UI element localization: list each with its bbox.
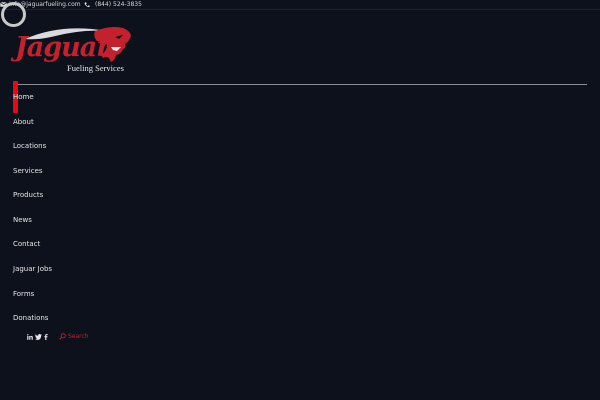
phone-icon [84, 1, 90, 8]
nav-item-news[interactable]: News [13, 215, 32, 225]
twitter-icon[interactable] [35, 332, 42, 341]
nav-item-jaguar-jobs[interactable]: Jaguar Jobs [13, 264, 52, 274]
phone-text: (844) 524-3835 [95, 1, 142, 8]
nav-item-forms[interactable]: Forms [13, 289, 34, 299]
header-divider [13, 84, 587, 85]
nav-item-donations[interactable]: Donations [13, 313, 48, 323]
search-label: Search [68, 333, 89, 340]
nav-item-locations[interactable]: Locations [13, 141, 46, 151]
phone-link[interactable]: (844) 524-3835 [84, 0, 142, 9]
nav-item-contact[interactable]: Contact [13, 239, 40, 249]
page: info@jaguarfueling.com (844) 524-3835 Ja… [0, 0, 600, 400]
nav-item-products[interactable]: Products [13, 190, 43, 200]
linkedin-icon[interactable] [27, 332, 33, 341]
nav-item-home[interactable]: Home [13, 92, 34, 102]
loading-spinner [1, 2, 26, 27]
nav-item-about[interactable]: About [13, 117, 34, 127]
logo-tagline: Fueling Services [67, 63, 124, 73]
nav-item-services[interactable]: Services [13, 166, 43, 176]
search-icon [59, 333, 66, 340]
top-bar: info@jaguarfueling.com (844) 524-3835 [0, 0, 600, 10]
facebook-icon[interactable] [44, 332, 48, 341]
search-button[interactable]: Search [59, 332, 89, 341]
site-logo[interactable]: Jaguar Fueling Services [11, 25, 133, 77]
logo-wordmark: Jaguar [15, 32, 110, 63]
